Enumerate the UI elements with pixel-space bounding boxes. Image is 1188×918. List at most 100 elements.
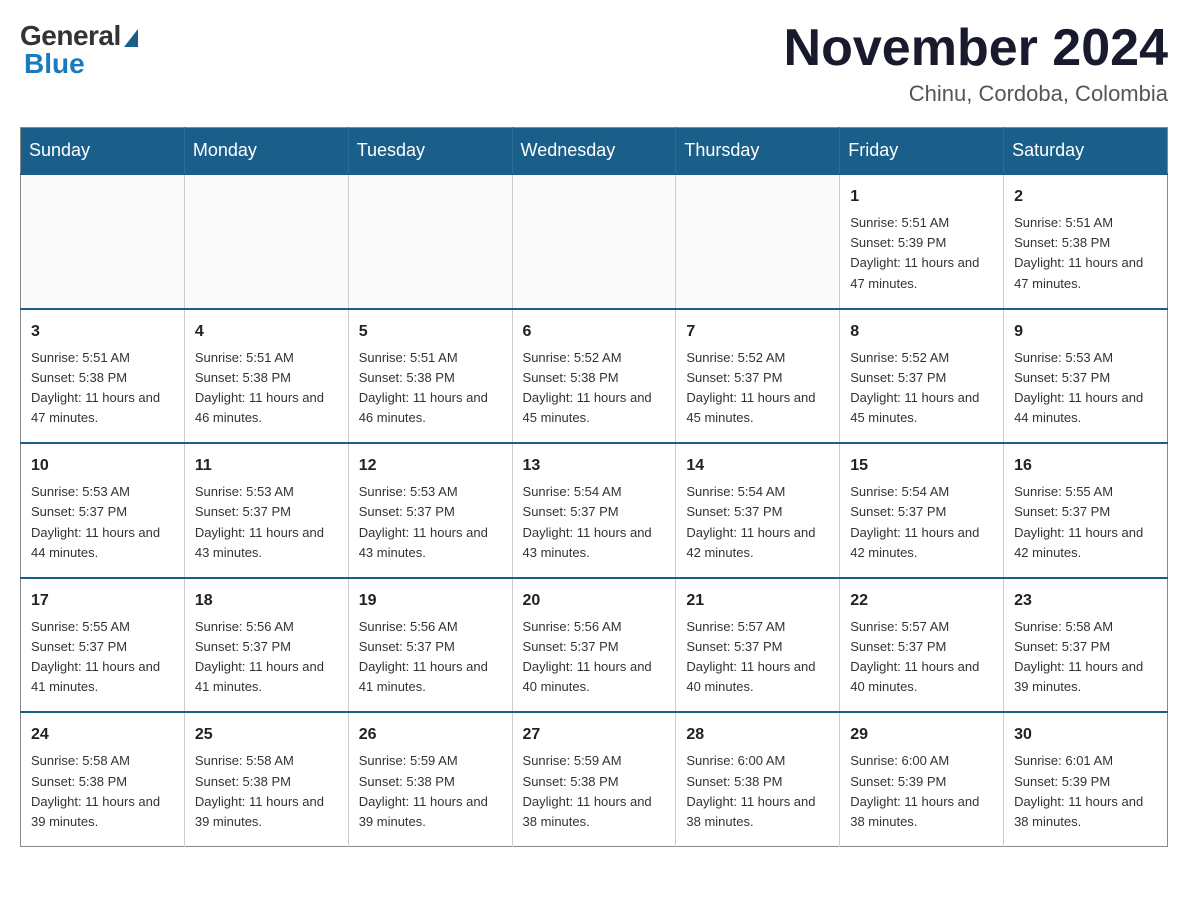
calendar-cell: 29 Sunrise: 6:00 AM Sunset: 5:39 PM Dayli… (840, 712, 1004, 846)
day-number: 28 (686, 723, 829, 747)
day-number: 25 (195, 723, 338, 747)
calendar-cell: 19Sunrise: 5:56 AM Sunset: 5:37 PM Dayli… (348, 578, 512, 713)
calendar-cell: 15 Sunrise: 5:54 AM Sunset: 5:37 PM Dayli… (840, 443, 1004, 578)
day-info: Sunrise: 5:56 AM Sunset: 5:37 PM Dayligh… (523, 617, 666, 698)
weekday-header-row: SundayMondayTuesdayWednesdayThursdayFrid… (21, 128, 1168, 175)
day-number: 3 (31, 320, 174, 344)
day-number: 29 (850, 723, 993, 747)
day-info: Sunrise: 5:54 AM Sunset: 5:37 PM Dayligh… (686, 482, 829, 563)
calendar-cell: 26 Sunrise: 5:59 AM Sunset: 5:38 PM Dayli… (348, 712, 512, 846)
day-info: Sunrise: 6:00 AM Sunset: 5:38 PM Dayligh… (686, 751, 829, 832)
day-info: Sunrise: 5:57 AM Sunset: 5:37 PM Dayligh… (686, 617, 829, 698)
day-number: 22 (850, 589, 993, 613)
calendar-table: SundayMondayTuesdayWednesdayThursdayFrid… (20, 127, 1168, 847)
day-info: Sunrise: 5:58 AM Sunset: 5:38 PM Dayligh… (195, 751, 338, 832)
calendar-week-row: 24 Sunrise: 5:58 AM Sunset: 5:38 PM Dayli… (21, 712, 1168, 846)
day-info: Sunrise: 5:52 AM Sunset: 5:37 PM Dayligh… (850, 348, 993, 429)
day-info: Sunrise: 5:55 AM Sunset: 5:37 PM Dayligh… (1014, 482, 1157, 563)
day-info: Sunrise: 5:53 AM Sunset: 5:37 PM Dayligh… (31, 482, 174, 563)
day-info: Sunrise: 6:00 AM Sunset: 5:39 PM Dayligh… (850, 751, 993, 832)
day-info: Sunrise: 5:51 AM Sunset: 5:38 PM Dayligh… (359, 348, 502, 429)
weekday-header-monday: Monday (184, 128, 348, 175)
day-info: Sunrise: 5:51 AM Sunset: 5:39 PM Dayligh… (850, 213, 993, 294)
logo: General Blue (20, 20, 138, 80)
month-title: November 2024 (784, 20, 1168, 77)
day-number: 15 (850, 454, 993, 478)
calendar-cell: 2Sunrise: 5:51 AM Sunset: 5:38 PM Daylig… (1004, 174, 1168, 309)
location-text: Chinu, Cordoba, Colombia (784, 81, 1168, 107)
weekday-header-saturday: Saturday (1004, 128, 1168, 175)
calendar-cell: 30 Sunrise: 6:01 AM Sunset: 5:39 PM Dayli… (1004, 712, 1168, 846)
day-number: 16 (1014, 454, 1157, 478)
day-number: 12 (359, 454, 502, 478)
day-info: Sunrise: 5:56 AM Sunset: 5:37 PM Dayligh… (359, 617, 502, 698)
logo-blue-text: Blue (20, 48, 85, 80)
day-info: Sunrise: 5:58 AM Sunset: 5:37 PM Dayligh… (1014, 617, 1157, 698)
calendar-cell: 27 Sunrise: 5:59 AM Sunset: 5:38 PM Dayli… (512, 712, 676, 846)
day-number: 23 (1014, 589, 1157, 613)
calendar-week-row: 17 Sunrise: 5:55 AM Sunset: 5:37 PM Dayli… (21, 578, 1168, 713)
day-info: Sunrise: 5:54 AM Sunset: 5:37 PM Dayligh… (523, 482, 666, 563)
day-number: 18 (195, 589, 338, 613)
calendar-cell: 10 Sunrise: 5:53 AM Sunset: 5:37 PM Dayli… (21, 443, 185, 578)
day-number: 5 (359, 320, 502, 344)
day-info: Sunrise: 6:01 AM Sunset: 5:39 PM Dayligh… (1014, 751, 1157, 832)
day-number: 4 (195, 320, 338, 344)
calendar-cell: 28 Sunrise: 6:00 AM Sunset: 5:38 PM Dayli… (676, 712, 840, 846)
calendar-cell (184, 174, 348, 309)
day-number: 14 (686, 454, 829, 478)
calendar-week-row: 1Sunrise: 5:51 AM Sunset: 5:39 PM Daylig… (21, 174, 1168, 309)
weekday-header-sunday: Sunday (21, 128, 185, 175)
day-info: Sunrise: 5:53 AM Sunset: 5:37 PM Dayligh… (195, 482, 338, 563)
weekday-header-thursday: Thursday (676, 128, 840, 175)
day-info: Sunrise: 5:53 AM Sunset: 5:37 PM Dayligh… (1014, 348, 1157, 429)
calendar-cell: 11 Sunrise: 5:53 AM Sunset: 5:37 PM Dayli… (184, 443, 348, 578)
day-number: 11 (195, 454, 338, 478)
page-header: General Blue November 2024 Chinu, Cordob… (20, 20, 1168, 107)
day-number: 10 (31, 454, 174, 478)
calendar-cell: 14 Sunrise: 5:54 AM Sunset: 5:37 PM Dayli… (676, 443, 840, 578)
day-number: 26 (359, 723, 502, 747)
day-info: Sunrise: 5:59 AM Sunset: 5:38 PM Dayligh… (523, 751, 666, 832)
calendar-cell (21, 174, 185, 309)
day-info: Sunrise: 5:57 AM Sunset: 5:37 PM Dayligh… (850, 617, 993, 698)
calendar-cell: 4 Sunrise: 5:51 AM Sunset: 5:38 PM Daylig… (184, 309, 348, 444)
day-info: Sunrise: 5:51 AM Sunset: 5:38 PM Dayligh… (195, 348, 338, 429)
day-number: 27 (523, 723, 666, 747)
calendar-week-row: 10 Sunrise: 5:53 AM Sunset: 5:37 PM Dayli… (21, 443, 1168, 578)
weekday-header-tuesday: Tuesday (348, 128, 512, 175)
day-number: 21 (686, 589, 829, 613)
day-info: Sunrise: 5:59 AM Sunset: 5:38 PM Dayligh… (359, 751, 502, 832)
calendar-cell: 20 Sunrise: 5:56 AM Sunset: 5:37 PM Dayli… (512, 578, 676, 713)
calendar-cell: 9Sunrise: 5:53 AM Sunset: 5:37 PM Daylig… (1004, 309, 1168, 444)
day-info: Sunrise: 5:51 AM Sunset: 5:38 PM Dayligh… (31, 348, 174, 429)
calendar-week-row: 3 Sunrise: 5:51 AM Sunset: 5:38 PM Daylig… (21, 309, 1168, 444)
calendar-cell: 24 Sunrise: 5:58 AM Sunset: 5:38 PM Dayli… (21, 712, 185, 846)
calendar-cell (512, 174, 676, 309)
weekday-header-friday: Friday (840, 128, 1004, 175)
calendar-cell: 23 Sunrise: 5:58 AM Sunset: 5:37 PM Dayli… (1004, 578, 1168, 713)
day-info: Sunrise: 5:52 AM Sunset: 5:37 PM Dayligh… (686, 348, 829, 429)
calendar-cell: 12Sunrise: 5:53 AM Sunset: 5:37 PM Dayli… (348, 443, 512, 578)
day-info: Sunrise: 5:52 AM Sunset: 5:38 PM Dayligh… (523, 348, 666, 429)
calendar-cell: 16 Sunrise: 5:55 AM Sunset: 5:37 PM Dayli… (1004, 443, 1168, 578)
day-info: Sunrise: 5:54 AM Sunset: 5:37 PM Dayligh… (850, 482, 993, 563)
calendar-cell: 18 Sunrise: 5:56 AM Sunset: 5:37 PM Dayli… (184, 578, 348, 713)
day-info: Sunrise: 5:56 AM Sunset: 5:37 PM Dayligh… (195, 617, 338, 698)
calendar-cell: 13 Sunrise: 5:54 AM Sunset: 5:37 PM Dayli… (512, 443, 676, 578)
day-number: 30 (1014, 723, 1157, 747)
day-info: Sunrise: 5:55 AM Sunset: 5:37 PM Dayligh… (31, 617, 174, 698)
calendar-cell: 17 Sunrise: 5:55 AM Sunset: 5:37 PM Dayli… (21, 578, 185, 713)
day-number: 13 (523, 454, 666, 478)
day-number: 20 (523, 589, 666, 613)
calendar-cell: 3 Sunrise: 5:51 AM Sunset: 5:38 PM Daylig… (21, 309, 185, 444)
day-number: 8 (850, 320, 993, 344)
day-number: 7 (686, 320, 829, 344)
day-info: Sunrise: 5:58 AM Sunset: 5:38 PM Dayligh… (31, 751, 174, 832)
day-number: 24 (31, 723, 174, 747)
day-number: 17 (31, 589, 174, 613)
weekday-header-wednesday: Wednesday (512, 128, 676, 175)
logo-triangle-icon (124, 29, 138, 47)
calendar-cell: 5 Sunrise: 5:51 AM Sunset: 5:38 PM Daylig… (348, 309, 512, 444)
calendar-cell: 7 Sunrise: 5:52 AM Sunset: 5:37 PM Daylig… (676, 309, 840, 444)
